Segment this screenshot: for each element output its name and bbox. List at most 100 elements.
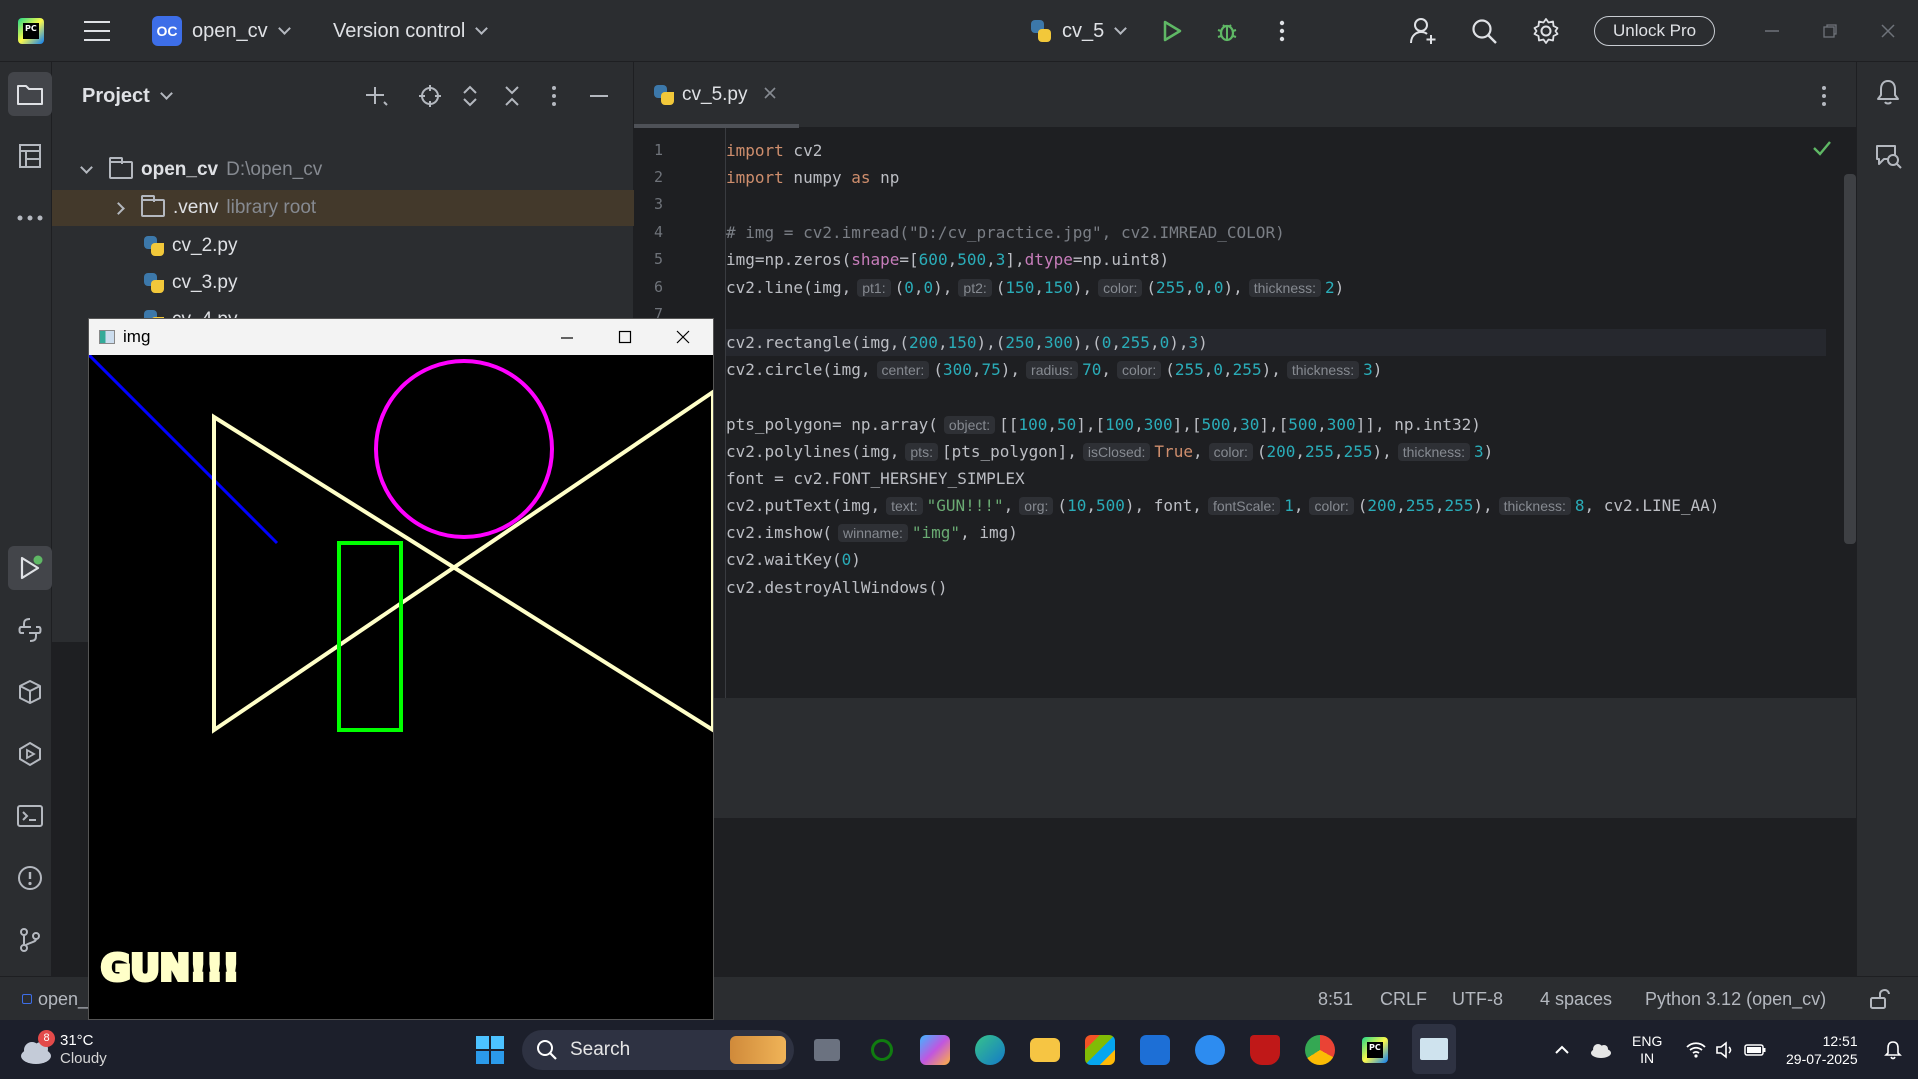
module-icon [22,994,32,1004]
pycharm-button[interactable]: PC [1358,1020,1392,1079]
help-button[interactable] [1193,1020,1227,1079]
folder-icon [17,85,43,105]
gun-text: GUN!!! [101,948,239,989]
opencv-window-titlebar[interactable]: img [89,319,713,355]
weather-widget[interactable]: 8 31°C Cloudy [18,1020,107,1079]
minimize-icon [1765,30,1779,32]
project-tool-button[interactable] [8,72,52,116]
git-button[interactable] [8,918,52,962]
tree-item-venv[interactable]: .venv library root [52,190,634,226]
opencv-window-button[interactable] [1412,1024,1456,1074]
cloud-icon: 8 [18,1029,55,1068]
task-view-button[interactable] [810,1020,844,1079]
services-button[interactable] [8,732,52,776]
chevron-down-icon [277,21,291,35]
tab-label: cv_5.py [682,84,748,105]
unlock-pro-button[interactable]: Unlock Pro [1594,0,1716,62]
locate-file-button[interactable] [418,84,442,113]
xbox-app-button[interactable] [865,1020,899,1079]
expand-all-button[interactable] [460,84,480,113]
myhp-button[interactable] [1138,1020,1172,1079]
python-console-button[interactable] [8,608,52,652]
ai-assistant-button[interactable] [1873,142,1903,175]
tree-item-cv3[interactable]: cv_3.py [52,265,634,301]
read-only-toggle[interactable] [1868,977,1890,1021]
unlock-icon [1870,988,1890,1009]
problems-button[interactable] [8,856,52,900]
structure-icon [19,144,41,168]
tree-item-open-cv[interactable]: open_cv D:\open_cv [52,152,634,188]
more-actions-button[interactable] [1278,0,1286,62]
hide-panel-button[interactable] [588,84,610,113]
run-config-selector[interactable]: cv_5 [1028,0,1128,62]
run-button[interactable] [1160,0,1184,62]
close-button[interactable] [1880,0,1896,62]
notification-center-button[interactable] [1882,1020,1904,1079]
chevron-down-icon [1114,21,1128,35]
clock[interactable]: 12:51 29-07-2025 [1786,1020,1858,1079]
pycharm-icon: PC [1362,1036,1388,1063]
tree-item-label: open_cv [141,159,219,180]
chevron-down-icon [475,21,489,35]
store-button[interactable] [1083,1020,1117,1079]
code-line-current: cv2.rectangle(img,(200, 150),(250, 300),(0… [726,329,1826,356]
python-packages-button[interactable] [8,670,52,714]
tab-cv5[interactable]: cv_5.py [654,62,777,128]
minimize-button[interactable] [1764,0,1780,62]
settings-button[interactable] [1532,0,1560,62]
file-explorer-button[interactable] [1028,1020,1062,1079]
cv-minimize-button[interactable] [559,329,575,350]
line-number: 1 [654,141,664,159]
collapse-all-button[interactable] [502,84,522,113]
add-user-button[interactable] [1408,0,1438,62]
editor-scrollbar[interactable] [1844,174,1856,544]
lang-line-2: IN [1640,1049,1655,1066]
opencv-image-window: img GUN!!! [87,318,715,1020]
line-separator[interactable]: CRLF [1380,977,1427,1021]
restore-button[interactable] [1822,0,1838,62]
no-problems-icon[interactable] [1812,140,1832,161]
kebab-icon [1822,86,1826,106]
onedrive-button[interactable] [1588,1020,1614,1079]
main-menu-button[interactable] [84,0,110,62]
close-tab-button[interactable] [763,84,777,106]
magenta-circle [374,359,554,539]
services-icon [19,741,41,767]
new-file-button[interactable] [364,84,388,113]
status-project[interactable]: open_ [22,977,88,1021]
structure-tool-button[interactable] [8,134,52,178]
project-panel-title[interactable]: Project [82,85,150,108]
start-button[interactable] [472,1020,508,1079]
python-file-icon [144,273,164,293]
project-switcher[interactable]: OC open_cv [152,0,291,62]
chrome-button[interactable] [1303,1020,1337,1079]
copilot-button[interactable] [918,1020,952,1079]
notifications-button[interactable] [1875,78,1901,111]
indent-setting[interactable]: 4 spaces [1540,977,1612,1021]
more-tools-button[interactable] [8,196,52,240]
cv-close-button[interactable] [675,329,691,350]
tree-item-cv2[interactable]: cv_2.py [52,228,634,264]
taskbar-search[interactable]: Search [522,1020,794,1079]
edge-button[interactable] [973,1020,1007,1079]
copilot-icon [920,1034,950,1065]
panel-options-button[interactable] [550,84,558,113]
caret-position[interactable]: 8:51 [1318,977,1353,1021]
editor-options-button[interactable] [1820,84,1828,113]
version-control-menu[interactable]: Version control [333,0,489,62]
debug-button[interactable] [1214,0,1240,62]
code-editor[interactable]: import cv2 import numpy as np # img = cv… [725,128,1856,698]
code-line: cv2.destroyAllWindows() [726,578,948,597]
search-everywhere-button[interactable] [1470,0,1498,62]
file-encoding[interactable]: UTF-8 [1452,977,1503,1021]
cv-maximize-button[interactable] [617,329,633,350]
terminal-button[interactable] [8,794,52,838]
python-interpreter[interactable]: Python 3.12 (open_cv) [1645,977,1826,1021]
weather-temp: 31°C [60,1031,94,1049]
show-hidden-icons-button[interactable] [1552,1020,1572,1079]
mcafee-button[interactable] [1248,1020,1282,1079]
run-tool-button[interactable] [8,546,52,590]
mcafee-shield-icon [1250,1034,1280,1065]
input-language[interactable]: ENG IN [1632,1020,1662,1079]
quick-settings[interactable] [1686,1020,1766,1079]
